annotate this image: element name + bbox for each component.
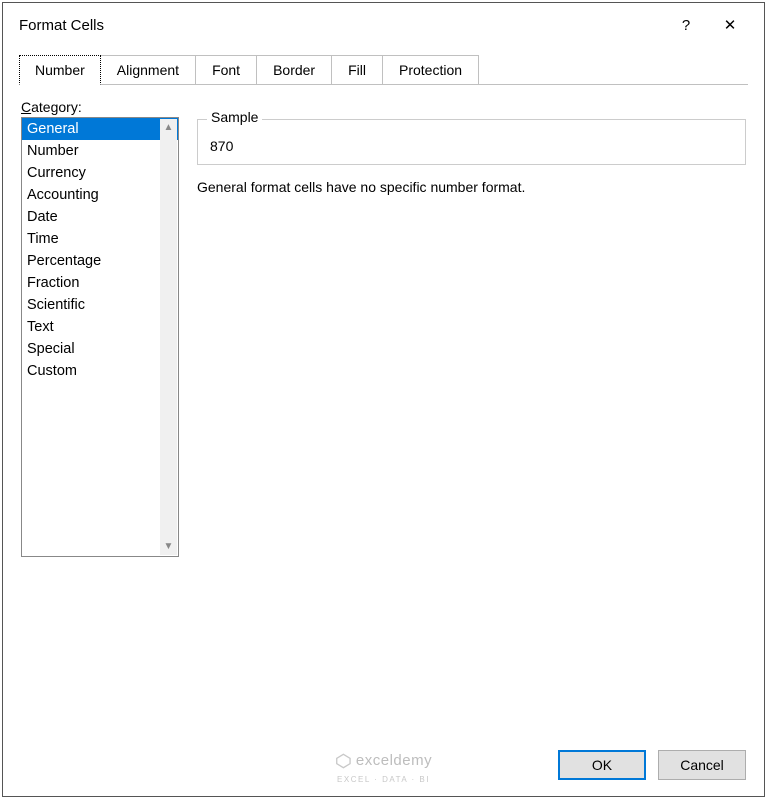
category-item-text[interactable]: Text <box>22 316 178 338</box>
category-item-custom[interactable]: Custom <box>22 360 178 382</box>
category-listbox[interactable]: GeneralNumberCurrencyAccountingDateTimeP… <box>21 117 179 557</box>
category-item-general[interactable]: General <box>22 118 178 140</box>
category-item-percentage[interactable]: Percentage <box>22 250 178 272</box>
scrollbar[interactable]: ▲ ▼ <box>160 119 177 555</box>
category-item-fraction[interactable]: Fraction <box>22 272 178 294</box>
scroll-up-icon[interactable]: ▲ <box>160 119 177 136</box>
titlebar: Format Cells ? ✕ <box>3 3 764 49</box>
category-item-number[interactable]: Number <box>22 140 178 162</box>
ok-button[interactable]: OK <box>558 750 646 780</box>
content-area: Category: GeneralNumberCurrencyAccountin… <box>3 85 764 738</box>
category-item-date[interactable]: Date <box>22 206 178 228</box>
help-button[interactable]: ? <box>664 11 708 39</box>
watermark: exceldemy EXCEL · DATA · BI <box>335 752 432 784</box>
dialog-title: Format Cells <box>19 17 664 34</box>
sample-group: Sample 870 <box>197 119 746 165</box>
tab-protection[interactable]: Protection <box>383 55 479 85</box>
watermark-subtext: EXCEL · DATA · BI <box>337 775 430 784</box>
category-item-special[interactable]: Special <box>22 338 178 360</box>
tab-number[interactable]: Number <box>19 55 101 85</box>
close-button[interactable]: ✕ <box>708 11 752 39</box>
sample-value: 870 <box>210 130 733 154</box>
category-column: Category: GeneralNumberCurrencyAccountin… <box>21 99 181 738</box>
tab-strip: NumberAlignmentFontBorderFillProtection <box>3 55 764 85</box>
tab-border[interactable]: Border <box>257 55 332 85</box>
cancel-button[interactable]: Cancel <box>658 750 746 780</box>
category-label: Category: <box>21 99 181 117</box>
category-item-scientific[interactable]: Scientific <box>22 294 178 316</box>
category-item-time[interactable]: Time <box>22 228 178 250</box>
category-item-accounting[interactable]: Accounting <box>22 184 178 206</box>
tab-alignment[interactable]: Alignment <box>101 55 196 85</box>
watermark-text: exceldemy <box>356 752 432 769</box>
watermark-logo-icon <box>335 753 351 769</box>
sample-legend: Sample <box>207 109 262 125</box>
format-description: General format cells have no specific nu… <box>197 179 746 195</box>
tab-font[interactable]: Font <box>196 55 257 85</box>
format-cells-dialog: Format Cells ? ✕ NumberAlignmentFontBord… <box>2 2 765 797</box>
details-column: Sample 870 General format cells have no … <box>197 99 746 738</box>
tab-fill[interactable]: Fill <box>332 55 383 85</box>
category-item-currency[interactable]: Currency <box>22 162 178 184</box>
scroll-down-icon[interactable]: ▼ <box>160 538 177 555</box>
footer: exceldemy EXCEL · DATA · BI OK Cancel <box>3 738 764 796</box>
